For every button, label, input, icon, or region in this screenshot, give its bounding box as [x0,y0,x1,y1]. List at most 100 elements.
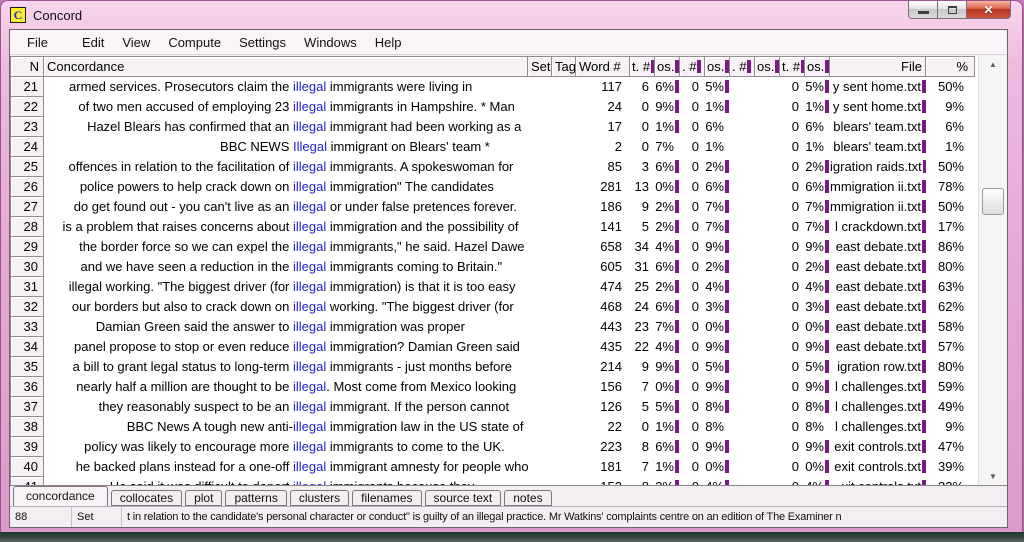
pair-position-cell[interactable]: 7% [655,317,680,337]
pair-count-cell[interactable]: 0 [680,117,705,137]
row-number[interactable]: 21 [10,77,44,97]
pair-count-cell[interactable]: 5 [630,217,655,237]
pair-position-cell[interactable] [755,257,780,277]
concordance-text[interactable]: BBC News A tough new anti-illegal immigr… [44,417,528,437]
pair-position-cell[interactable]: 6% [655,257,680,277]
pair-count-cell[interactable]: 0 [680,297,705,317]
pair-count-cell[interactable] [730,257,755,277]
pair-count-cell[interactable]: 0 [780,177,805,197]
file-cell[interactable]: east debate.txt [830,277,926,297]
menu-compute[interactable]: Compute [159,32,230,53]
set-cell[interactable] [528,97,552,117]
concordance-row[interactable]: 33 Damian Green said the answer to illeg… [10,317,978,337]
pair-count-cell[interactable]: 0 [780,377,805,397]
pair-position-cell[interactable] [755,317,780,337]
set-cell[interactable] [528,377,552,397]
percent-cell[interactable]: 9% [926,97,975,117]
pair-position-cell[interactable]: 7% [705,217,730,237]
concordance-row[interactable]: 32 our borders but also to crack down on… [10,297,978,317]
pair-position-cell[interactable]: 1% [805,97,830,117]
pair-position-cell[interactable] [755,417,780,437]
word-number-cell[interactable]: 85 [576,157,630,177]
row-number[interactable]: 26 [10,177,44,197]
concordance-row[interactable]: 35 a bill to grant legal status to long-… [10,357,978,377]
title-bar[interactable]: C Concord ✕ [1,1,1022,29]
pair-count-cell[interactable]: 0 [780,417,805,437]
pair-count-cell[interactable]: 0 [680,357,705,377]
pair-position-cell[interactable]: 9% [805,337,830,357]
percent-cell[interactable]: 58% [926,317,975,337]
header-sect-number[interactable]: t. # [780,56,805,77]
pair-count-cell[interactable]: 0 [780,137,805,157]
row-number[interactable]: 37 [10,397,44,417]
pair-position-cell[interactable]: 1% [655,117,680,137]
set-cell[interactable] [528,197,552,217]
tag-cell[interactable] [552,277,576,297]
concordance-row[interactable]: 30 and we have seen a reduction in the i… [10,257,978,277]
word-number-cell[interactable]: 281 [576,177,630,197]
file-cell[interactable]: exit controls.txt [830,437,926,457]
word-number-cell[interactable]: 156 [576,377,630,397]
pair-count-cell[interactable]: 31 [630,257,655,277]
pair-count-cell[interactable]: 0 [680,197,705,217]
concordance-row[interactable]: 36 nearly half a million are thought to … [10,377,978,397]
pair-count-cell[interactable] [730,97,755,117]
pair-position-cell[interactable] [755,277,780,297]
pair-position-cell[interactable] [755,437,780,457]
maximize-button[interactable] [938,1,967,19]
file-cell[interactable]: l challenges.txt [830,397,926,417]
pair-count-cell[interactable]: 0 [680,77,705,97]
pair-position-cell[interactable]: 7% [705,197,730,217]
percent-cell[interactable]: 47% [926,437,975,457]
pair-position-cell[interactable]: 8% [805,417,830,437]
menu-settings[interactable]: Settings [230,32,295,53]
pair-position-cell[interactable]: 0% [655,377,680,397]
word-number-cell[interactable]: 117 [576,77,630,97]
word-number-cell[interactable]: 214 [576,357,630,377]
file-cell[interactable]: mmigration ii.txt [830,177,926,197]
pair-count-cell[interactable]: 0 [780,337,805,357]
set-cell[interactable] [528,217,552,237]
pair-count-cell[interactable]: 0 [780,77,805,97]
percent-cell[interactable]: 39% [926,457,975,477]
pair-count-cell[interactable]: 0 [680,257,705,277]
header-tag[interactable]: Tag [552,56,576,77]
set-cell[interactable] [528,437,552,457]
pair-count-cell[interactable] [730,337,755,357]
pair-count-cell[interactable]: 0 [680,157,705,177]
percent-cell[interactable]: 78% [926,177,975,197]
pair-position-cell[interactable]: 0% [705,317,730,337]
pair-position-cell[interactable]: 5% [705,357,730,377]
file-cell[interactable]: l challenges.txt [830,417,926,437]
row-number[interactable]: 28 [10,217,44,237]
pair-count-cell[interactable]: 0 [780,157,805,177]
concordance-row[interactable]: 25 offences in relation to the facilitat… [10,157,978,177]
word-number-cell[interactable]: 181 [576,457,630,477]
concordance-row[interactable]: 34 panel propose to stop or even reduce … [10,337,978,357]
pair-count-cell[interactable]: 34 [630,237,655,257]
pair-count-cell[interactable]: 25 [630,277,655,297]
word-number-cell[interactable]: 468 [576,297,630,317]
pair-position-cell[interactable]: 8% [805,397,830,417]
word-number-cell[interactable]: 186 [576,197,630,217]
pair-position-cell[interactable]: 8% [705,397,730,417]
pair-position-cell[interactable]: 9% [805,437,830,457]
concordance-row[interactable]: 39 policy was likely to encourage more i… [10,437,978,457]
pair-count-cell[interactable] [730,437,755,457]
scroll-up-arrow[interactable]: ▲ [979,56,1007,73]
pair-count-cell[interactable]: 0 [630,417,655,437]
tab-patterns[interactable]: patterns [225,490,286,506]
pair-count-cell[interactable] [730,197,755,217]
pair-count-cell[interactable]: 0 [780,117,805,137]
pair-position-cell[interactable]: 2% [805,157,830,177]
pair-position-cell[interactable]: 2% [655,277,680,297]
pair-count-cell[interactable] [730,357,755,377]
pair-count-cell[interactable]: 0 [680,417,705,437]
vertical-scrollbar[interactable]: ▲ ▼ [978,56,1007,485]
tag-cell[interactable] [552,317,576,337]
pair-position-cell[interactable] [755,217,780,237]
tag-cell[interactable] [552,297,576,317]
pair-position-cell[interactable]: 1% [805,137,830,157]
word-number-cell[interactable]: 443 [576,317,630,337]
scroll-down-arrow[interactable]: ▼ [979,468,1007,485]
